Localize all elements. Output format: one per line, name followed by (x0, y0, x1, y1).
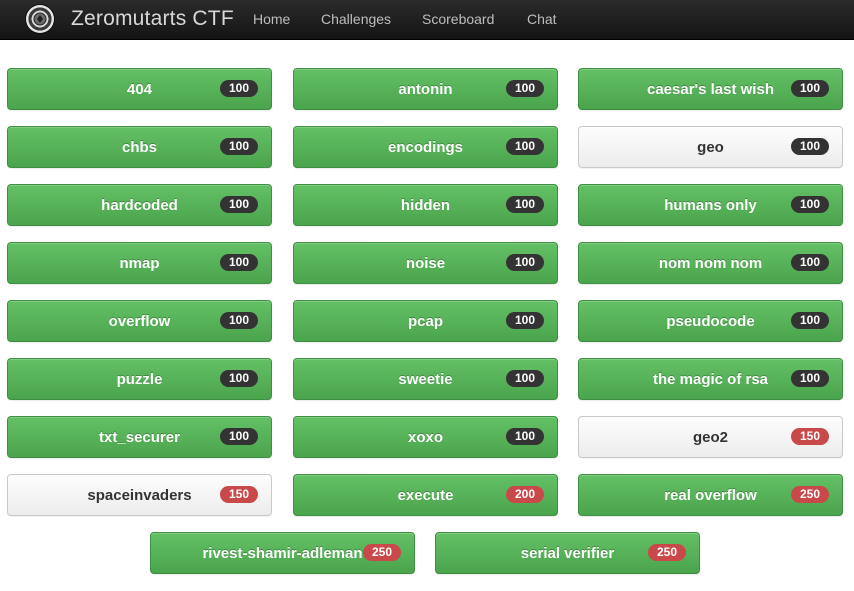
logo-seal-icon[interactable] (26, 5, 54, 33)
challenge-button[interactable]: spaceinvaders 150 (7, 474, 272, 516)
nav-home-link[interactable]: Home (253, 11, 290, 27)
points-badge: 100 (506, 312, 544, 329)
challenge-button[interactable]: serial verifier 250 (435, 532, 700, 574)
points-badge: 250 (791, 486, 829, 503)
challenge-button[interactable]: rivest-shamir-adleman 250 (150, 532, 415, 574)
points-badge: 250 (648, 544, 686, 561)
challenge-button[interactable]: txt_securer 100 (7, 416, 272, 458)
points-badge: 100 (791, 254, 829, 271)
points-badge: 150 (220, 486, 258, 503)
points-badge: 100 (220, 312, 258, 329)
challenge-button[interactable]: nmap 100 (7, 242, 272, 284)
challenge-button[interactable]: puzzle 100 (7, 358, 272, 400)
challenge-button[interactable]: the magic of rsa 100 (578, 358, 843, 400)
challenge-button[interactable]: pseudocode 100 (578, 300, 843, 342)
points-badge: 100 (791, 370, 829, 387)
points-badge: 200 (506, 486, 544, 503)
points-badge: 100 (506, 196, 544, 213)
points-badge: 100 (791, 80, 829, 97)
challenge-button[interactable]: encodings 100 (293, 126, 558, 168)
challenge-button[interactable]: caesar's last wish 100 (578, 68, 843, 110)
challenge-button[interactable]: xoxo 100 (293, 416, 558, 458)
challenge-button[interactable]: antonin 100 (293, 68, 558, 110)
challenge-button[interactable]: real overflow 250 (578, 474, 843, 516)
challenge-button[interactable]: execute 200 (293, 474, 558, 516)
challenge-button[interactable]: hardcoded 100 (7, 184, 272, 226)
challenge-button[interactable]: 404 100 (7, 68, 272, 110)
points-badge: 100 (506, 254, 544, 271)
challenge-button[interactable]: hidden 100 (293, 184, 558, 226)
points-badge: 100 (220, 370, 258, 387)
nav-chat-link[interactable]: Chat (527, 11, 557, 27)
nav-challenges-link[interactable]: Challenges (321, 11, 391, 27)
points-badge: 150 (791, 428, 829, 445)
navbar: Zeromutarts CTF Home Challenges Scoreboa… (0, 0, 854, 40)
challenge-button[interactable]: nom nom nom 100 (578, 242, 843, 284)
challenge-button[interactable]: sweetie 100 (293, 358, 558, 400)
brand-title[interactable]: Zeromutarts CTF (71, 7, 234, 31)
challenge-button[interactable]: geo 100 (578, 126, 843, 168)
points-badge: 100 (506, 370, 544, 387)
challenge-button[interactable]: geo2 150 (578, 416, 843, 458)
points-badge: 100 (791, 312, 829, 329)
points-badge: 100 (506, 80, 544, 97)
challenge-button[interactable]: overflow 100 (7, 300, 272, 342)
points-badge: 100 (220, 80, 258, 97)
points-badge: 100 (506, 138, 544, 155)
points-badge: 100 (506, 428, 544, 445)
challenge-button[interactable]: pcap 100 (293, 300, 558, 342)
points-badge: 100 (220, 138, 258, 155)
challenge-button[interactable]: chbs 100 (7, 126, 272, 168)
challenge-button[interactable]: noise 100 (293, 242, 558, 284)
challenge-button[interactable]: humans only 100 (578, 184, 843, 226)
points-badge: 100 (791, 196, 829, 213)
points-badge: 100 (220, 196, 258, 213)
points-badge: 100 (220, 428, 258, 445)
nav-scoreboard-link[interactable]: Scoreboard (422, 11, 494, 27)
points-badge: 100 (791, 138, 829, 155)
points-badge: 100 (220, 254, 258, 271)
points-badge: 250 (363, 544, 401, 561)
